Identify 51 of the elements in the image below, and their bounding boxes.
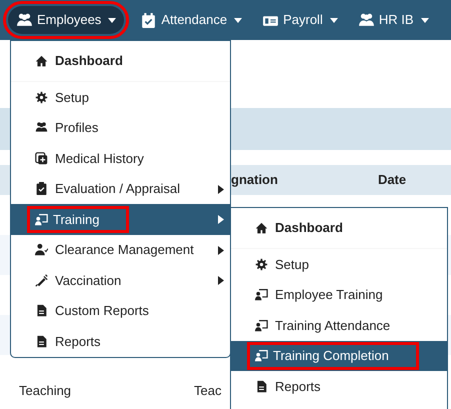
menu-item[interactable]: Custom Reports bbox=[11, 296, 230, 326]
people-icon bbox=[35, 121, 48, 134]
presentation-icon bbox=[35, 212, 48, 226]
clipboard-icon bbox=[35, 182, 48, 196]
settings-icon bbox=[35, 90, 48, 104]
menu-item[interactable]: Setup bbox=[231, 249, 447, 280]
caret-icon bbox=[218, 246, 224, 254]
menu-item[interactable]: Medical History bbox=[11, 143, 230, 174]
menu-item[interactable]: Dashboard bbox=[231, 208, 447, 248]
caret-icon bbox=[218, 184, 224, 194]
menu-item[interactable]: Training Completion bbox=[231, 340, 447, 371]
home-icon bbox=[255, 222, 268, 234]
presentation-icon bbox=[255, 318, 268, 332]
caret-icon bbox=[218, 276, 224, 285]
person-check-icon bbox=[35, 243, 48, 256]
nav-menu-button[interactable]: Payroll bbox=[254, 6, 346, 34]
calendar-icon bbox=[140, 12, 158, 28]
column-header: Date bbox=[378, 171, 406, 190]
presentation-icon bbox=[255, 349, 268, 362]
people-icon bbox=[16, 12, 33, 28]
home-icon bbox=[35, 54, 48, 68]
medical-icon bbox=[35, 152, 48, 165]
caret-icon bbox=[218, 215, 224, 224]
syringe-icon bbox=[35, 274, 48, 287]
menu-item[interactable]: Reports bbox=[11, 326, 230, 356]
file-icon bbox=[35, 334, 48, 348]
settings-icon bbox=[255, 258, 268, 271]
menu-item[interactable]: Clearance Management bbox=[11, 234, 230, 265]
nav-menu-button[interactable]: Employees bbox=[8, 6, 124, 34]
table-cell-text: Teac bbox=[194, 382, 222, 400]
file-icon bbox=[35, 304, 48, 318]
menu-item[interactable]: Dashboard bbox=[11, 41, 230, 81]
menu-item[interactable]: Evaluation / Appraisal bbox=[11, 174, 230, 204]
menu-item[interactable]: Employee Training bbox=[231, 280, 447, 310]
menu-item[interactable]: Training Attendance bbox=[231, 310, 447, 340]
menu-item[interactable]: Training bbox=[11, 204, 230, 234]
table-cell-text: Teaching bbox=[19, 382, 72, 400]
caret-icon bbox=[108, 18, 116, 22]
people-icon bbox=[358, 12, 375, 28]
file-icon bbox=[255, 380, 268, 393]
menu-item[interactable]: Reports bbox=[231, 371, 447, 402]
presentation-icon bbox=[255, 288, 268, 302]
menu-item[interactable]: Profiles bbox=[11, 112, 230, 143]
column-header: gnation bbox=[231, 171, 278, 190]
menu-item[interactable]: Vaccination bbox=[11, 265, 230, 296]
caret-icon bbox=[330, 18, 338, 22]
nav-menu-button[interactable]: HR IB bbox=[350, 6, 437, 34]
nav-menu-button[interactable]: Attendance bbox=[132, 6, 250, 34]
caret-icon bbox=[234, 18, 242, 22]
menu-item[interactable]: Setup bbox=[11, 82, 230, 112]
caret-icon bbox=[420, 18, 429, 22]
